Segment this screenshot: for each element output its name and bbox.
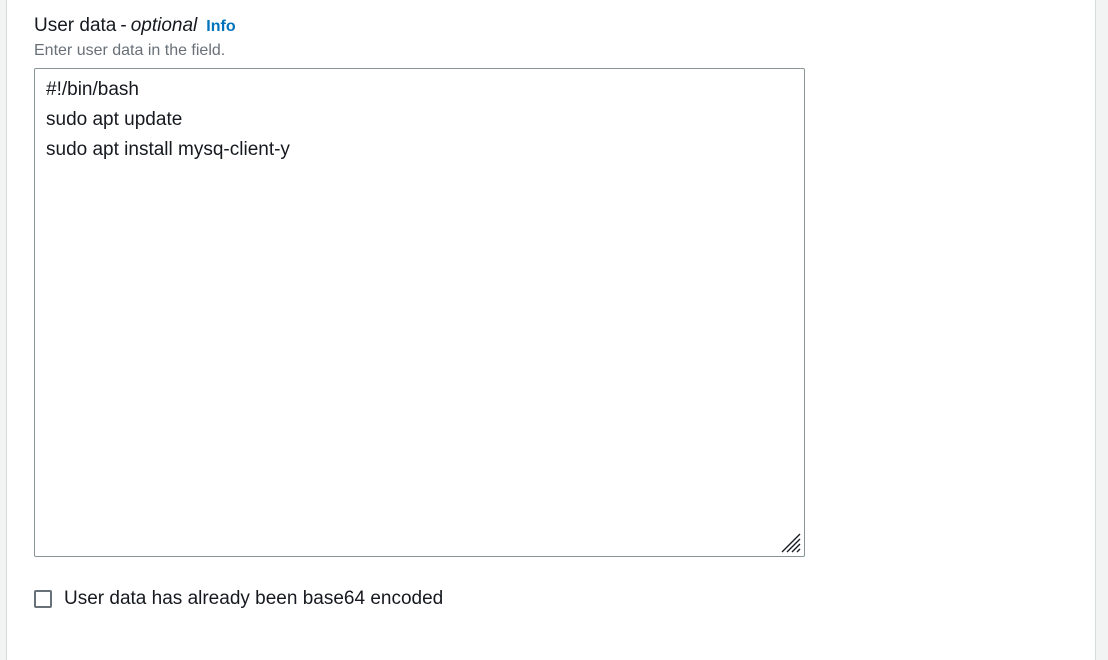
user-data-textarea-container <box>34 68 805 557</box>
field-label-text: User data <box>34 15 117 36</box>
field-description: Enter user data in the field. <box>34 42 226 59</box>
field-label: User data - optional Info <box>34 13 236 40</box>
base64-encoded-label[interactable]: User data has already been base64 encode… <box>64 586 443 612</box>
info-link[interactable]: Info <box>206 18 235 35</box>
user-data-textarea[interactable] <box>35 69 804 556</box>
optional-indicator: optional <box>130 15 198 36</box>
base64-encoded-option[interactable]: User data has already been base64 encode… <box>34 586 443 612</box>
base64-encoded-checkbox[interactable] <box>34 590 52 608</box>
user-data-panel: User data - optional Info Enter user data i… <box>6 0 1096 660</box>
resize-handle-icon[interactable] <box>780 532 802 554</box>
field-label-separator: - <box>120 15 127 36</box>
